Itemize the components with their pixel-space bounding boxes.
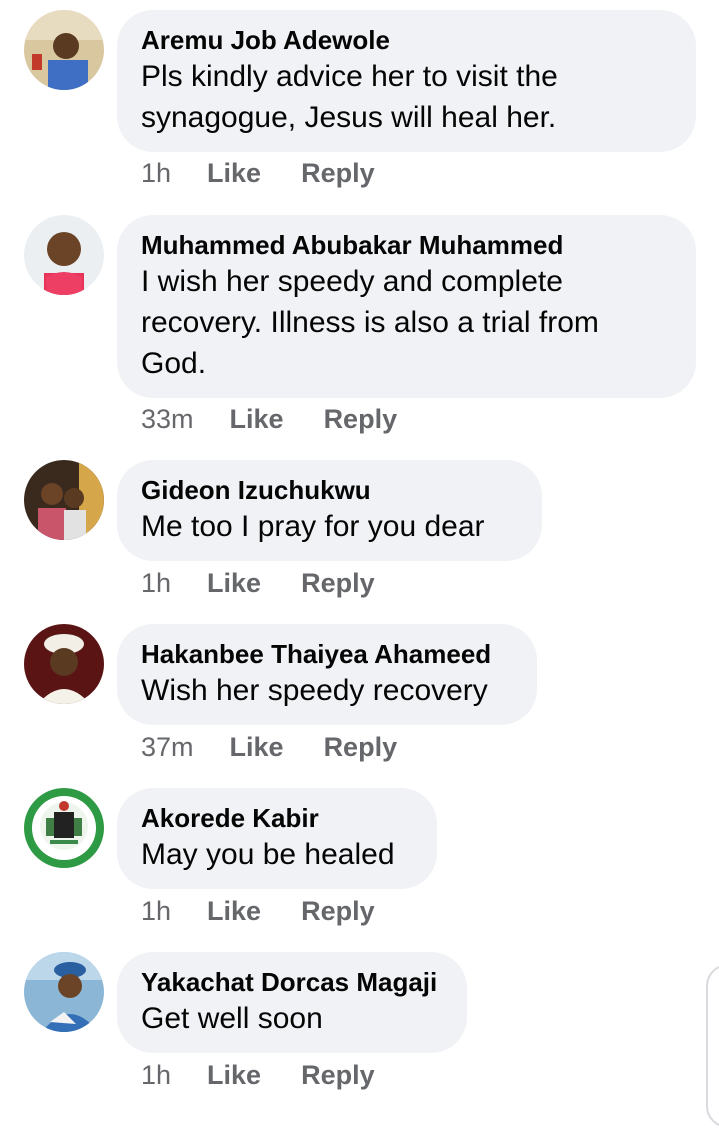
commenter-name[interactable]: Yakachat Dorcas Magaji — [141, 966, 443, 998]
avatar[interactable] — [24, 460, 104, 540]
comment-timestamp[interactable]: 1h — [141, 158, 171, 188]
commenter-name[interactable]: Hakanbee Thaiyea Ahameed — [141, 638, 513, 670]
reply-button[interactable]: Reply — [324, 732, 398, 762]
comment-text: Pls kindly advice her to visit the synag… — [141, 60, 558, 134]
commenter-name[interactable]: Aremu Job Adewole — [141, 24, 672, 56]
like-button[interactable]: Like — [207, 158, 261, 188]
comment-text: Get well soon — [141, 1002, 323, 1035]
commenter-name[interactable]: Akorede Kabir — [141, 802, 413, 834]
reply-button[interactable]: Reply — [301, 568, 375, 598]
comment-actions: 1h Like Reply — [141, 567, 375, 599]
like-button[interactable]: Like — [207, 1060, 261, 1090]
comment-text: Wish her speedy recovery — [141, 674, 488, 707]
comment-timestamp[interactable]: 1h — [141, 896, 171, 926]
comment-timestamp[interactable]: 33m — [141, 404, 194, 434]
comment-timestamp[interactable]: 1h — [141, 1060, 171, 1090]
reply-button[interactable]: Reply — [301, 158, 375, 188]
comment-timestamp[interactable]: 1h — [141, 568, 171, 598]
comment-text: May you be healed — [141, 838, 395, 871]
like-button[interactable]: Like — [207, 568, 261, 598]
comment-timestamp[interactable]: 37m — [141, 732, 194, 762]
reply-button[interactable]: Reply — [301, 896, 375, 926]
reply-button[interactable]: Reply — [301, 1060, 375, 1090]
comment-actions: 1h Like Reply — [141, 157, 375, 189]
comment-bubble: Muhammed Abubakar Muhammed I wish her sp… — [117, 215, 696, 398]
comment-bubble: Hakanbee Thaiyea Ahameed Wish her speedy… — [117, 624, 537, 725]
comment-actions: 33m Like Reply — [141, 403, 397, 435]
avatar[interactable] — [24, 952, 104, 1032]
comment-bubble: Yakachat Dorcas Magaji Get well soon — [117, 952, 467, 1053]
like-button[interactable]: Like — [207, 896, 261, 926]
edge-card — [706, 964, 719, 1128]
reply-button[interactable]: Reply — [324, 404, 398, 434]
comment-text: I wish her speedy and complete recovery.… — [141, 265, 599, 380]
comment-bubble: Akorede Kabir May you be healed — [117, 788, 437, 889]
comment-actions: 1h Like Reply — [141, 895, 375, 927]
avatar[interactable] — [24, 788, 104, 868]
comment-text: Me too I pray for you dear — [141, 510, 485, 543]
like-button[interactable]: Like — [230, 732, 284, 762]
like-button[interactable]: Like — [230, 404, 284, 434]
comment-bubble: Gideon Izuchukwu Me too I pray for you d… — [117, 460, 542, 561]
comment-actions: 37m Like Reply — [141, 731, 397, 763]
avatar[interactable] — [24, 215, 104, 295]
commenter-name[interactable]: Muhammed Abubakar Muhammed — [141, 229, 672, 261]
avatar[interactable] — [24, 624, 104, 704]
comment-actions: 1h Like Reply — [141, 1059, 375, 1091]
commenter-name[interactable]: Gideon Izuchukwu — [141, 474, 518, 506]
comment-bubble: Aremu Job Adewole Pls kindly advice her … — [117, 10, 696, 152]
avatar[interactable] — [24, 10, 104, 90]
